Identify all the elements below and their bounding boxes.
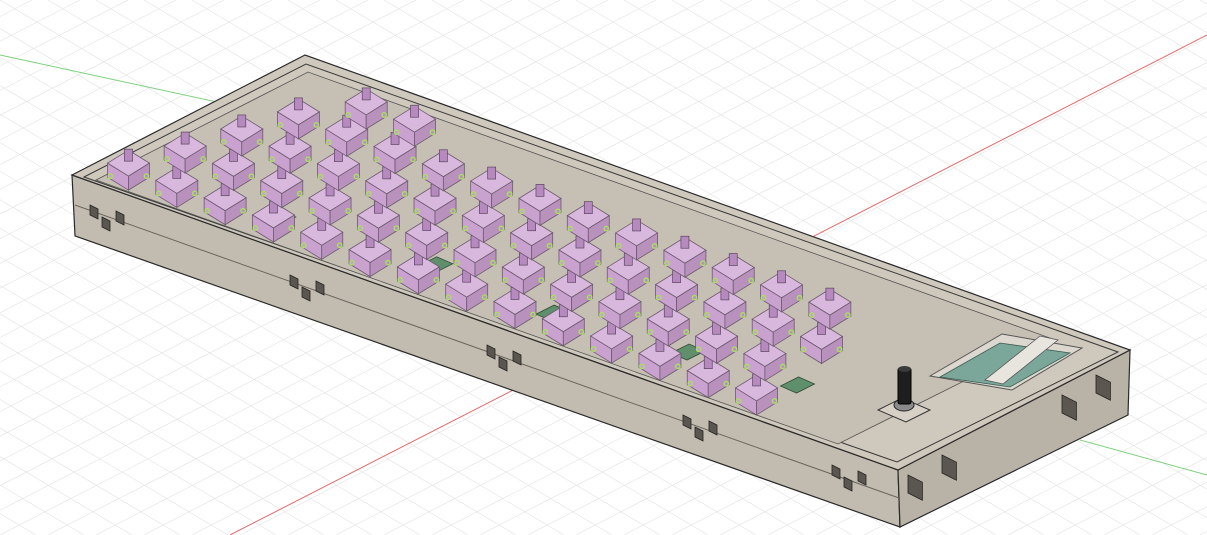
- switch-stem: [535, 184, 545, 197]
- switch-stem: [728, 253, 738, 266]
- cad-viewport[interactable]: [0, 0, 1207, 535]
- switch-stem: [124, 148, 133, 162]
- rotary-encoder-knob-icon[interactable]: [897, 367, 912, 405]
- switch-stem: [410, 104, 419, 118]
- switch-stem: [237, 114, 247, 128]
- encoder-knob-top: [898, 366, 911, 372]
- switch-stem: [294, 97, 303, 111]
- switch-stem: [487, 166, 497, 180]
- cad-scene[interactable]: [0, 0, 1207, 535]
- switch-stem: [777, 270, 786, 284]
- switch-stem: [632, 218, 641, 232]
- switch-stem: [361, 87, 371, 101]
- switch-stem: [180, 131, 190, 145]
- switch-stem: [680, 235, 690, 249]
- switch-stem: [825, 287, 835, 301]
- switch-stem: [583, 201, 593, 215]
- switch-stem: [439, 149, 448, 163]
